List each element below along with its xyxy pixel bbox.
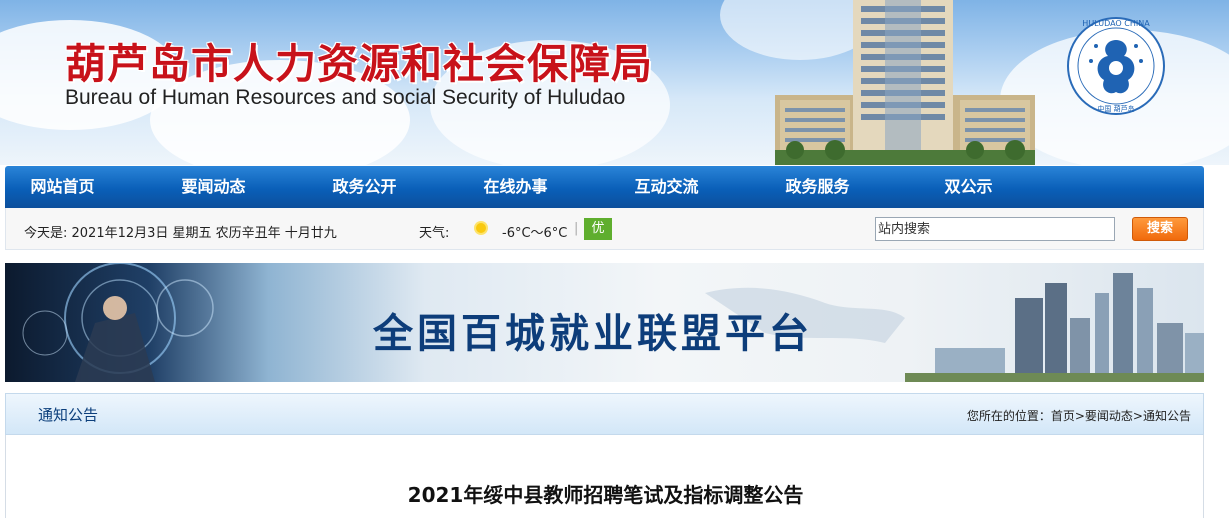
date-text: 今天是: 2021年12月3日 星期五 农历辛丑年 十月廿九 <box>24 226 337 241</box>
nav-interaction[interactable]: 互动交流 <box>591 166 742 208</box>
article-title: 2021年绥中县教师招聘笔试及指标调整公告 <box>407 483 804 507</box>
temperature-text: -6°C～6°C <box>502 226 568 241</box>
section-header: 通知公告 您所在的位置：首页>要闻动态>通知公告 <box>5 393 1204 435</box>
emblem-sub-text: 中国 葫芦岛 <box>1097 104 1134 113</box>
weather-label: 天气: <box>419 226 450 241</box>
breadcrumb-home[interactable]: 首页 <box>1051 409 1075 423</box>
breadcrumb: 您所在的位置：首页>要闻动态>通知公告 <box>967 407 1191 424</box>
breadcrumb-notices[interactable]: 通知公告 <box>1143 409 1191 423</box>
separator: | <box>574 221 579 236</box>
banner-title: 全国百城就业联盟平台 <box>373 311 813 357</box>
site-title-cn: 葫芦岛市人力资源和社会保障局 <box>65 40 653 88</box>
site-title-en: Bureau of Human Resources and social Sec… <box>65 86 626 109</box>
breadcrumb-news[interactable]: 要闻动态 <box>1085 409 1133 423</box>
breadcrumb-prefix: 您所在的位置： <box>966 409 1051 423</box>
nav-online-services[interactable]: 在线办事 <box>440 166 591 208</box>
article-content: 2021年绥中县教师招聘笔试及指标调整公告 <box>5 435 1204 518</box>
info-bar: 今天是: 2021年12月3日 星期五 农历辛丑年 十月廿九 天气: -6°C～… <box>5 208 1204 250</box>
government-building-illustration <box>775 0 1035 165</box>
main-nav: 网站首页 要闻动态 政务公开 在线办事 互动交流 政务服务 双公示 <box>5 166 1204 208</box>
nav-home[interactable]: 网站首页 <box>0 166 138 208</box>
site-header: 葫芦岛市人力资源和社会保障局 Bureau of Human Resources… <box>0 0 1229 165</box>
air-quality-badge: 优 <box>584 218 612 240</box>
section-title: 通知公告 <box>38 406 99 424</box>
nav-news[interactable]: 要闻动态 <box>138 166 289 208</box>
employment-alliance-banner[interactable]: 全国百城就业联盟平台 <box>5 263 1204 382</box>
nav-gov-affairs[interactable]: 政务公开 <box>289 166 440 208</box>
nav-gov-services[interactable]: 政务服务 <box>742 166 893 208</box>
breadcrumb-separator: > <box>1074 409 1085 423</box>
search-button[interactable]: 搜索 <box>1132 217 1188 241</box>
nav-double-publicity[interactable]: 双公示 <box>893 166 1044 208</box>
site-search-input[interactable] <box>875 217 1115 241</box>
emblem-ring-text: HULUDAO CHINA <box>1082 19 1150 28</box>
city-emblem-logo: HULUDAO CHINA 中国 葫芦岛 <box>1067 17 1165 115</box>
breadcrumb-separator: > <box>1132 409 1143 423</box>
sun-icon <box>474 221 488 235</box>
